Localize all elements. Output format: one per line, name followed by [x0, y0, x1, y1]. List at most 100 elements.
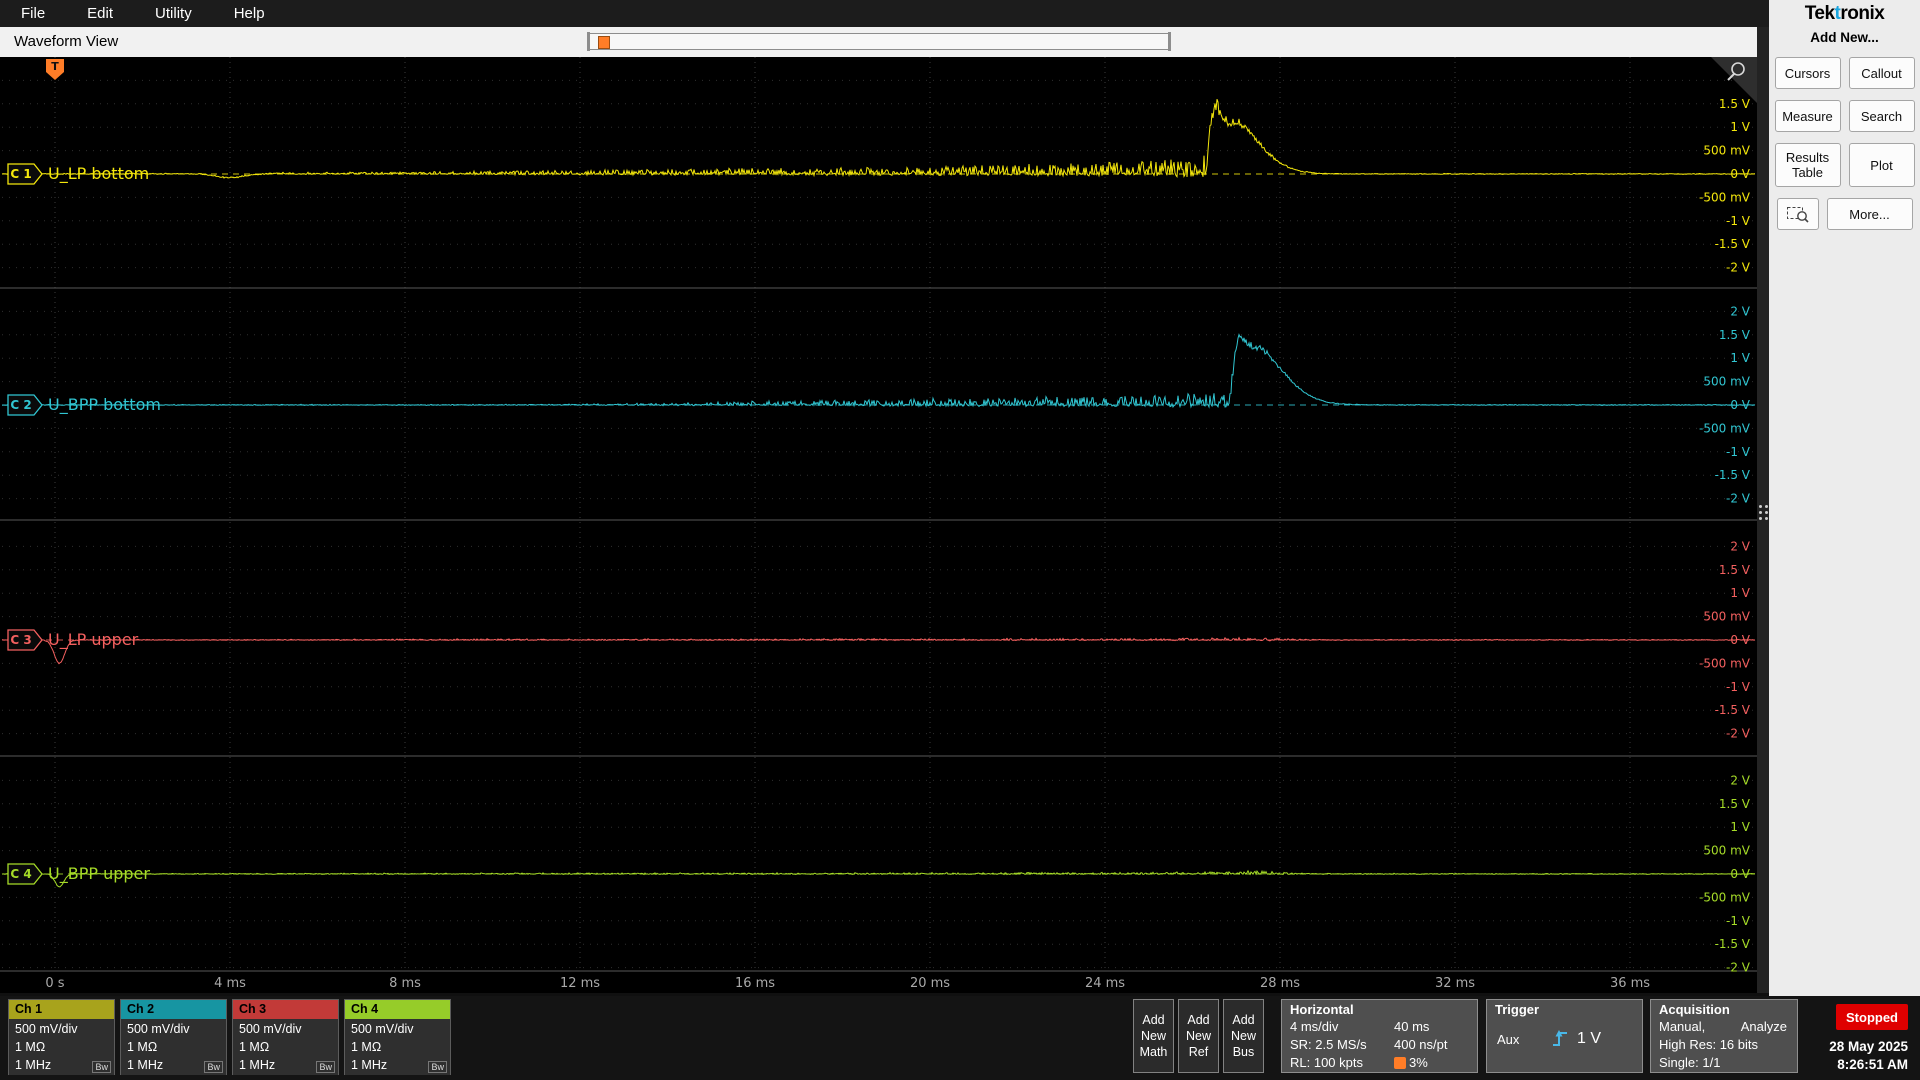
callout-button[interactable]: Callout: [1848, 57, 1915, 89]
horizontal-scale: 4 ms/div: [1290, 1019, 1339, 1034]
bandwidth-limit-icon: Bw: [92, 1061, 111, 1073]
tekscope-app: File Edit Utility Help Waveform View 0 s…: [0, 0, 1920, 1080]
acquisition-panel[interactable]: Acquisition Manual, Analyze High Res: 16…: [1650, 999, 1798, 1073]
scope-canvas: 0 s 4 ms 8 ms 12 ms 16 ms 20 ms 24 ms 28 ms 32 m…: [0, 57, 1757, 993]
tektronix-logo: Tektronix: [1769, 3, 1920, 25]
menu-help[interactable]: Help: [213, 5, 286, 22]
channel-scale: 500 mV/div: [351, 1022, 414, 1036]
channel-badge-ch4[interactable]: Ch 4 500 mV/div 1 MΩ 1 MHz Bw: [344, 999, 451, 1075]
channel-tag-c4[interactable]: C 4: [7, 863, 43, 885]
run-stop-status[interactable]: Stopped: [1836, 1004, 1908, 1030]
plot-button[interactable]: Plot: [1848, 143, 1915, 187]
menu-file[interactable]: File: [0, 5, 66, 22]
trigger-panel[interactable]: Trigger Aux 1 V: [1486, 999, 1643, 1073]
axis-label: -1.5 V: [1715, 703, 1751, 717]
axis-label: 2 V: [1730, 539, 1750, 553]
waveform-display[interactable]: 0 s 4 ms 8 ms 12 ms 16 ms 20 ms 24 ms 28 ms 32 m…: [0, 57, 1757, 993]
channel-name-label: U_BPP upper: [48, 864, 150, 884]
time-label: 20 ms: [910, 976, 950, 991]
settings-bar: Ch 1 500 mV/div 1 MΩ 1 MHz Bw Ch 2 500 m…: [0, 996, 1920, 1080]
acquisition-mode: Manual,: [1659, 1019, 1706, 1034]
measure-button[interactable]: Measure: [1774, 100, 1841, 132]
cursors-button[interactable]: Cursors: [1774, 57, 1841, 89]
add-new-math-button[interactable]: Add New Math: [1133, 999, 1174, 1073]
axis-label: -1.5 V: [1715, 937, 1751, 951]
axis-label: 500 mV: [1703, 375, 1750, 389]
channel-badge-header: Ch 4: [345, 1000, 450, 1019]
date: 28 May 2025: [1829, 1039, 1908, 1054]
channel-name-label: U_LP bottom: [48, 164, 149, 184]
channel-badge-ch2[interactable]: Ch 2 500 mV/div 1 MΩ 1 MHz Bw: [120, 999, 227, 1075]
axis-label: 500 mV: [1703, 844, 1750, 858]
time-label: 4 ms: [214, 976, 246, 991]
sidebar: Tektronix Add New... Cursors Callout Mea…: [1769, 0, 1920, 996]
slider-right-bracket: [1168, 32, 1171, 51]
channel-badge-ch1[interactable]: Ch 1 500 mV/div 1 MΩ 1 MHz Bw: [8, 999, 115, 1075]
time-label: 32 ms: [1435, 976, 1475, 991]
bandwidth-limit-icon: Bw: [428, 1061, 447, 1073]
add-new-heading: Add New...: [1810, 30, 1879, 45]
search-button[interactable]: Search: [1848, 100, 1915, 132]
zoom-area-icon: [1786, 207, 1809, 223]
waveform-view-header: Waveform View: [0, 27, 1757, 58]
sample-rate: SR: 2.5 MS/s: [1290, 1037, 1367, 1052]
panel-divider[interactable]: [1757, 27, 1769, 993]
channel-badge-ch3[interactable]: Ch 3 500 mV/div 1 MΩ 1 MHz Bw: [232, 999, 339, 1075]
slider-left-bracket: [587, 32, 590, 51]
compression-percent: 3%: [1409, 1055, 1428, 1070]
channel-name-label: U_LP upper: [48, 630, 139, 650]
horizontal-panel[interactable]: Horizontal 4 ms/div 40 ms SR: 2.5 MS/s 4…: [1281, 999, 1478, 1073]
add-new-ref-button[interactable]: Add New Ref: [1178, 999, 1219, 1073]
svg-text:C 4: C 4: [10, 867, 31, 881]
channel-badge-header: Ch 1: [9, 1000, 114, 1019]
channel-tag-c2[interactable]: C 2: [7, 394, 43, 416]
trigger-source: Aux: [1497, 1031, 1520, 1047]
axis-label: 1 V: [1730, 820, 1750, 834]
record-length: RL: 100 kpts: [1290, 1055, 1363, 1070]
trigger-level: 1 V: [1577, 1030, 1602, 1047]
channel-scale: 500 mV/div: [15, 1022, 78, 1036]
zoom-marker-icon[interactable]: [598, 36, 610, 49]
svg-text:C 2: C 2: [10, 398, 31, 412]
acquisition-single: Single: 1/1: [1659, 1055, 1721, 1070]
axis-label: -1 V: [1726, 214, 1751, 228]
menu-utility[interactable]: Utility: [134, 5, 213, 22]
axis-label: -500 mV: [1699, 890, 1751, 904]
axis-label: 500 mV: [1703, 144, 1750, 158]
datetime: 28 May 2025 8:26:51 AM: [1829, 1038, 1908, 1074]
more-button[interactable]: More...: [1826, 198, 1913, 230]
channel-scale: 500 mV/div: [239, 1022, 302, 1036]
channel-badge-header: Ch 3: [233, 1000, 338, 1019]
channel-impedance: 1 MΩ: [351, 1040, 382, 1054]
results-table-button[interactable]: Results Table: [1774, 143, 1841, 187]
axis-label: -500 mV: [1699, 421, 1751, 435]
add-new-bus-button[interactable]: Add New Bus: [1223, 999, 1264, 1073]
time: 8:26:51 AM: [1837, 1057, 1908, 1072]
axis-label: 2 V: [1730, 304, 1750, 318]
divider-grip-icon[interactable]: [1759, 505, 1768, 520]
axis-label: -1 V: [1726, 680, 1751, 694]
axis-label: -2 V: [1726, 961, 1751, 975]
horizontal-overview-slider[interactable]: [587, 32, 1171, 51]
channel-name-label: U_BPP bottom: [48, 395, 161, 415]
bandwidth-limit-icon: Bw: [316, 1061, 335, 1073]
view-title: Waveform View: [14, 33, 119, 50]
horizontal-window: 40 ms: [1394, 1019, 1430, 1034]
axis-label: -1.5 V: [1715, 468, 1751, 482]
zoom-tool-button[interactable]: [1776, 198, 1819, 230]
axis-label: 1 V: [1730, 351, 1750, 365]
svg-text:C 1: C 1: [10, 167, 31, 181]
axis-label: 500 mV: [1703, 610, 1750, 624]
logo-part3: ronix: [1840, 3, 1885, 24]
axis-label: -2 V: [1726, 261, 1751, 275]
axis-label: 1 V: [1730, 120, 1750, 134]
channel-tag-c3[interactable]: C 3: [7, 629, 43, 651]
axis-label: -1.5 V: [1715, 237, 1751, 251]
menu-bar: File Edit Utility Help: [0, 0, 1769, 27]
axis-label: 2 V: [1730, 773, 1750, 787]
channel-impedance: 1 MΩ: [127, 1040, 158, 1054]
channel-tag-c1[interactable]: C 1: [7, 163, 43, 185]
menu-edit[interactable]: Edit: [66, 5, 134, 22]
axis-label: 1.5 V: [1719, 563, 1751, 577]
bandwidth-limit-icon: Bw: [204, 1061, 223, 1073]
